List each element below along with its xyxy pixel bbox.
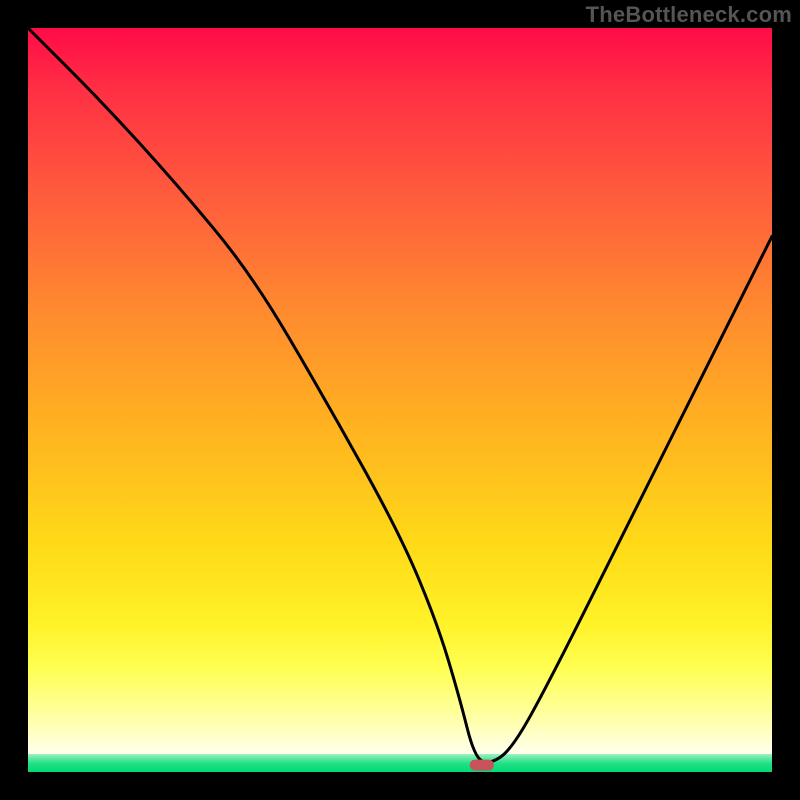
plot-area bbox=[28, 28, 772, 772]
chart-frame: TheBottleneck.com bbox=[0, 0, 800, 800]
watermark-label: TheBottleneck.com bbox=[586, 2, 792, 28]
minimum-marker bbox=[470, 760, 494, 771]
curve-layer bbox=[28, 28, 772, 772]
bottleneck-curve-path bbox=[28, 28, 772, 762]
